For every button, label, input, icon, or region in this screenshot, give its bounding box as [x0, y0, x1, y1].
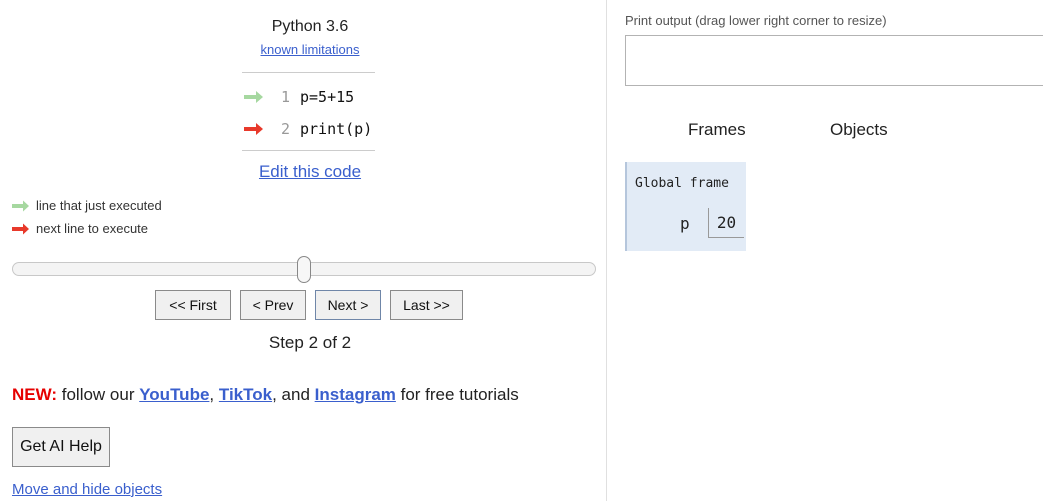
promo-text: , [209, 385, 219, 404]
code-bottom-divider [242, 150, 375, 151]
code-text: print(p) [300, 120, 373, 138]
instagram-link[interactable]: Instagram [315, 385, 396, 404]
first-button[interactable]: << First [155, 290, 231, 320]
legend-executed-label: line that just executed [36, 198, 162, 213]
print-output-box[interactable] [625, 35, 1043, 86]
frames-header: Frames [688, 120, 746, 139]
code-top-divider [242, 72, 375, 73]
legend-executed: line that just executed [12, 198, 162, 213]
move-hide-objects-link[interactable]: Move and hide objects [12, 481, 162, 498]
global-frame-title: Global frame [635, 176, 729, 191]
line-number: 1 [280, 88, 290, 106]
green-arrow-icon [244, 90, 264, 104]
step-counter: Step 2 of 2 [268, 333, 352, 352]
red-arrow-icon [12, 223, 30, 235]
promo-new-label: NEW: [12, 385, 58, 404]
line-number: 2 [280, 120, 290, 138]
youtube-link[interactable]: YouTube [139, 385, 209, 404]
legend-next: next line to execute [12, 221, 148, 236]
promo-text: , and [272, 385, 315, 404]
promo-banner: NEW: follow our YouTube, TikTok, and Ins… [12, 385, 519, 405]
variable-value: 20 [708, 208, 744, 238]
edit-code-link[interactable]: Edit this code [240, 162, 380, 182]
red-arrow-icon [244, 122, 264, 136]
step-slider-handle[interactable] [297, 256, 311, 283]
promo-text: follow our [57, 385, 140, 404]
legend-next-label: next line to execute [36, 221, 149, 236]
variable-name: p [680, 214, 690, 233]
tiktok-link[interactable]: TikTok [219, 385, 272, 404]
get-ai-help-button[interactable]: Get AI Help [12, 427, 110, 467]
last-button[interactable]: Last >> [390, 290, 463, 320]
print-output-label: Print output (drag lower right corner to… [625, 13, 887, 28]
promo-text: for free tutorials [395, 385, 519, 404]
code-text: p=5+15 [300, 88, 355, 106]
known-limitations-link[interactable]: known limitations [240, 42, 380, 57]
code-line-2: 2 print(p) [244, 117, 379, 141]
panel-divider [606, 0, 607, 501]
code-line-1: 1 p=5+15 [244, 85, 379, 109]
objects-header: Objects [830, 120, 888, 139]
green-arrow-icon [12, 200, 30, 212]
prev-button[interactable]: < Prev [240, 290, 306, 320]
language-label: Python 3.6 [271, 18, 349, 35]
next-button[interactable]: Next > [315, 290, 381, 320]
